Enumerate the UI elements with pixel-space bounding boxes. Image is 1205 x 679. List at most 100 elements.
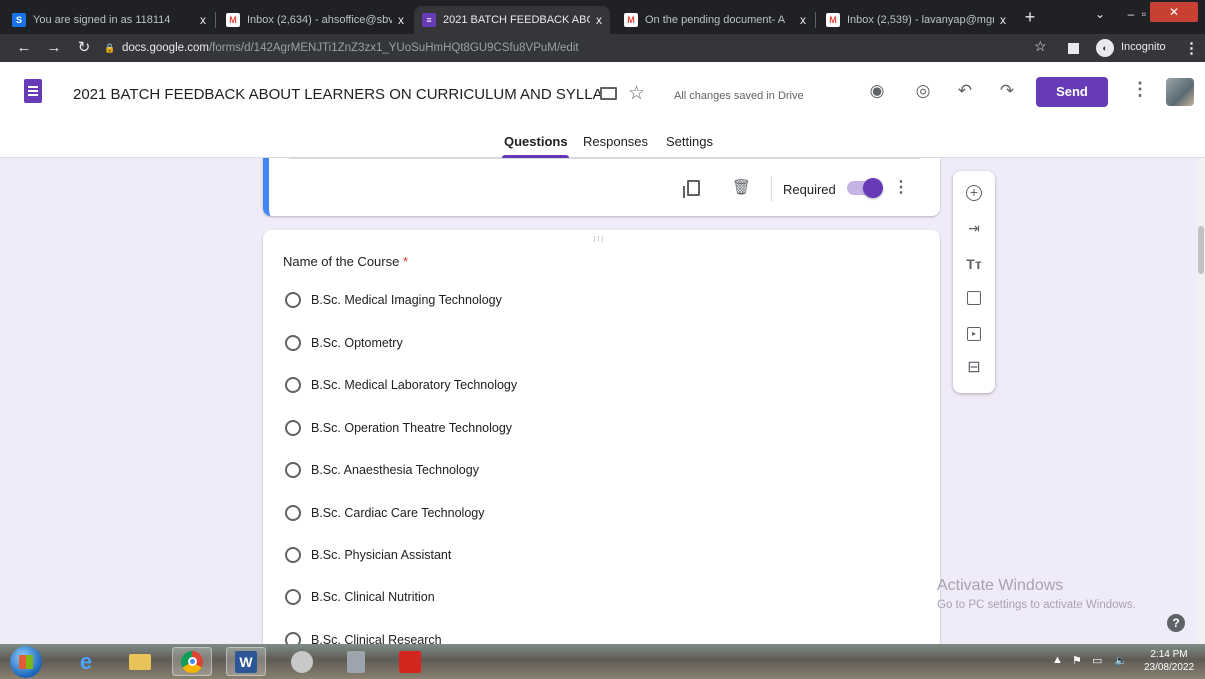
- help-icon[interactable]: ?: [1167, 614, 1185, 632]
- question-title-text: Name of the Course: [283, 254, 400, 269]
- tab-overview-icon[interactable]: [1068, 43, 1079, 54]
- network-icon[interactable]: ▭: [1092, 654, 1102, 667]
- incognito-icon[interactable]: ◐: [1096, 39, 1114, 57]
- choice-option[interactable]: B.Sc. Medical Laboratory Technology: [285, 377, 517, 393]
- customize-theme-icon[interactable]: ◉: [866, 80, 888, 102]
- close-tab-icon[interactable]: x: [200, 13, 206, 27]
- more-options-icon[interactable]: ⋮: [1131, 79, 1149, 100]
- chrome-taskbar-icon[interactable]: [172, 647, 212, 676]
- browser-tab-title: 2021 BATCH FEEDBACK ABOUT: [443, 14, 590, 26]
- choice-label: B.Sc. Medical Laboratory Technology: [311, 378, 518, 392]
- browser-tab[interactable]: S You are signed in as 118114 x: [4, 6, 214, 34]
- tab-settings[interactable]: Settings: [666, 134, 713, 149]
- undo-icon[interactable]: ↶: [954, 80, 976, 102]
- move-to-folder-icon[interactable]: [600, 87, 617, 100]
- choice-option[interactable]: B.Sc. Anaesthesia Technology: [285, 462, 479, 478]
- preview-eye-icon[interactable]: ◎: [912, 80, 934, 102]
- close-tab-icon[interactable]: x: [1000, 13, 1006, 27]
- choice-option[interactable]: B.Sc. Medical Imaging Technology: [285, 292, 502, 308]
- new-tab-button[interactable]: +: [1019, 6, 1041, 28]
- choice-label: B.Sc. Anaesthesia Technology: [311, 463, 479, 477]
- send-button[interactable]: Send: [1036, 77, 1108, 107]
- clock-date: 23/08/2022: [1143, 662, 1195, 673]
- tab-search-icon[interactable]: ⌄: [1092, 4, 1108, 24]
- browser-tab-title: Inbox (2,539) - lavanyap@mgm: [847, 14, 994, 26]
- star-icon[interactable]: ☆: [628, 82, 645, 105]
- windows-taskbar: e W ▲ ⚑ ▭ 🔈 2:14 PM 23/08/2022: [0, 644, 1205, 679]
- browser-tab-active[interactable]: ≡ 2021 BATCH FEEDBACK ABOUT x: [414, 6, 610, 34]
- tab-responses[interactable]: Responses: [583, 134, 648, 149]
- gmail-icon: M: [226, 13, 240, 27]
- show-hidden-icons-icon[interactable]: ▲: [1052, 654, 1063, 666]
- choice-option[interactable]: B.Sc. Operation Theatre Technology: [285, 420, 512, 436]
- reload-icon[interactable]: ↻: [74, 38, 94, 58]
- add-image-icon[interactable]: [967, 291, 981, 305]
- url-host: docs.google.com: [122, 42, 209, 54]
- form-title[interactable]: 2021 BATCH FEEDBACK ABOUT LEARNERS ON CU…: [73, 86, 603, 103]
- close-tab-icon[interactable]: x: [800, 13, 806, 27]
- add-section-icon[interactable]: ⊟: [964, 358, 984, 378]
- required-toggle[interactable]: [847, 178, 883, 198]
- back-icon[interactable]: ←: [14, 38, 34, 58]
- acrobat-icon[interactable]: [390, 647, 430, 676]
- radio-button[interactable]: [285, 335, 301, 351]
- choice-label: B.Sc. Medical Imaging Technology: [311, 293, 502, 307]
- radio-button[interactable]: [285, 589, 301, 605]
- choice-label: B.Sc. Optometry: [311, 336, 403, 350]
- browser-tab[interactable]: M Inbox (2,539) - lavanyap@mgm x: [818, 6, 1014, 34]
- radio-button[interactable]: [285, 377, 301, 393]
- start-button[interactable]: [10, 646, 42, 678]
- volume-icon[interactable]: 🔈: [1114, 654, 1128, 667]
- question-card[interactable]: ⁝⁝⁝ Name of the Course * B.Sc. Medical I…: [263, 230, 940, 650]
- choice-option[interactable]: B.Sc. Cardiac Care Technology: [285, 505, 484, 521]
- tab-separator: [815, 12, 816, 28]
- add-video-icon[interactable]: ▸: [967, 327, 981, 341]
- maximize-icon[interactable]: ▫: [1138, 4, 1150, 24]
- redo-icon[interactable]: ↷: [996, 80, 1018, 102]
- action-center-flag-icon[interactable]: ⚑: [1072, 654, 1082, 667]
- question-side-toolbar: + ⇥ Tт ▸ ⊟: [953, 171, 995, 393]
- bookmark-star-icon[interactable]: ☆: [1034, 38, 1047, 55]
- minimize-icon[interactable]: –: [1124, 4, 1138, 24]
- site-favicon-icon: S: [12, 13, 26, 27]
- paint-icon[interactable]: [282, 647, 322, 676]
- taskbar-clock[interactable]: 2:14 PM 23/08/2022: [1138, 648, 1200, 674]
- tab-questions[interactable]: Questions: [504, 134, 568, 149]
- network-app-icon[interactable]: [336, 647, 376, 676]
- close-window-icon[interactable]: ✕: [1150, 2, 1198, 22]
- import-questions-icon[interactable]: ⇥: [964, 218, 984, 238]
- radio-button[interactable]: [285, 420, 301, 436]
- browser-tab[interactable]: M Inbox (2,634) - ahsoffice@sbvu x: [218, 6, 412, 34]
- forms-logo-icon[interactable]: [24, 79, 42, 103]
- radio-button[interactable]: [285, 505, 301, 521]
- required-label: Required: [783, 182, 836, 197]
- drag-handle-icon[interactable]: ⁝⁝⁝: [593, 234, 605, 245]
- question-title[interactable]: Name of the Course *: [283, 254, 408, 269]
- word-icon[interactable]: W: [226, 647, 266, 676]
- question-more-icon[interactable]: ⋮: [893, 177, 909, 197]
- choice-option[interactable]: B.Sc. Physician Assistant: [285, 547, 451, 563]
- account-avatar[interactable]: [1166, 78, 1194, 106]
- browser-toolbar: ← → ↻ 🔒 docs.google.com/forms/d/142AgrME…: [0, 34, 1205, 62]
- radio-button[interactable]: [285, 547, 301, 563]
- toolbar-separator: [771, 176, 772, 202]
- close-tab-icon[interactable]: x: [596, 13, 602, 27]
- add-question-icon[interactable]: +: [966, 185, 982, 201]
- choice-option[interactable]: B.Sc. Optometry: [285, 335, 403, 351]
- incognito-label: Incognito: [1121, 41, 1166, 53]
- browser-tab[interactable]: M On the pending document- A x: [616, 6, 814, 34]
- scrollbar-thumb[interactable]: [1198, 226, 1204, 274]
- forward-icon[interactable]: →: [44, 38, 64, 58]
- close-tab-icon[interactable]: x: [398, 13, 404, 27]
- duplicate-icon[interactable]: [683, 180, 700, 198]
- choice-option[interactable]: B.Sc. Clinical Nutrition: [285, 589, 435, 605]
- radio-button[interactable]: [285, 292, 301, 308]
- file-explorer-icon[interactable]: [120, 647, 160, 676]
- chrome-menu-icon[interactable]: ⋮: [1184, 39, 1199, 57]
- delete-icon[interactable]: 🗑: [732, 178, 751, 196]
- internet-explorer-icon[interactable]: e: [66, 647, 106, 676]
- address-bar[interactable]: 🔒 docs.google.com/forms/d/142AgrMENJTi1Z…: [104, 37, 1054, 59]
- radio-button[interactable]: [285, 462, 301, 478]
- save-status: All changes saved in Drive: [674, 90, 804, 102]
- add-title-icon[interactable]: Tт: [964, 254, 984, 274]
